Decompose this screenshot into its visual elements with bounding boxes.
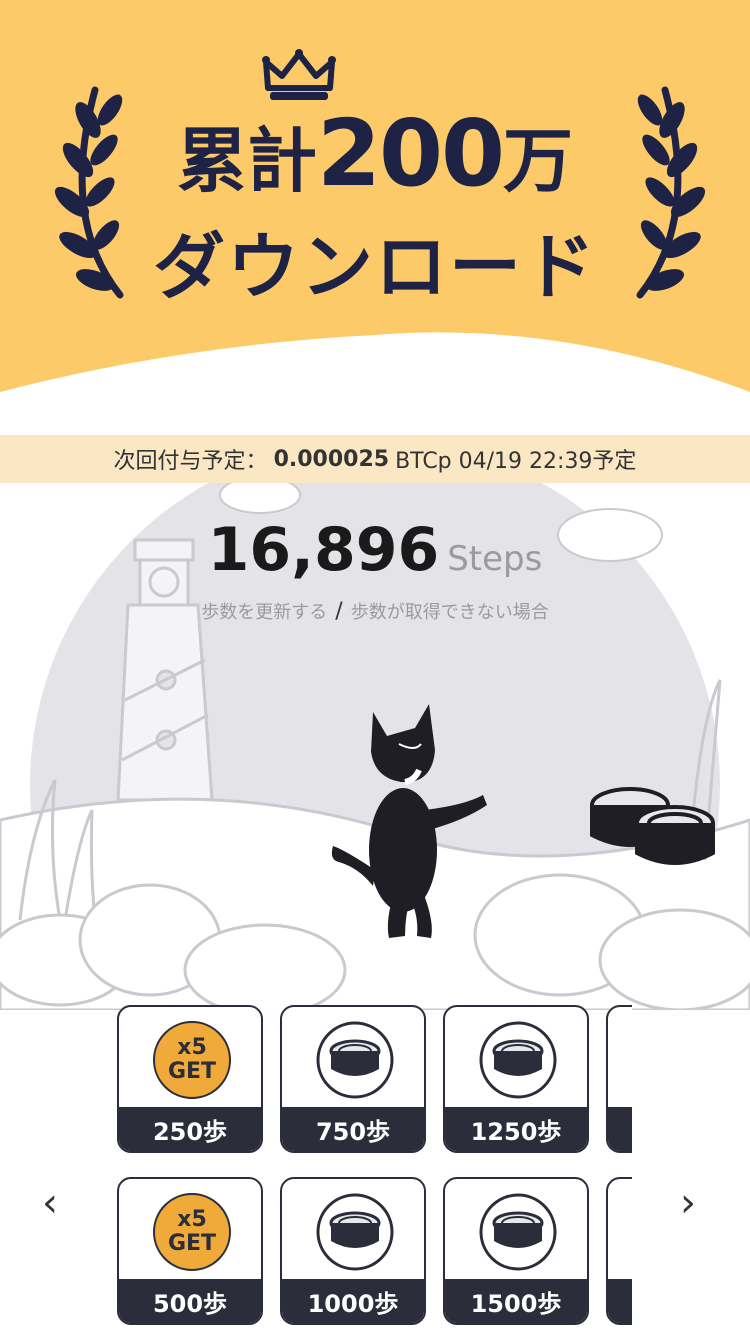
badge-bottom-text: GET <box>167 1231 217 1256</box>
rewards-grid: x5 GET 250歩 750歩 1250歩 x5 GET 500歩 1000歩 <box>112 1005 632 1332</box>
cat-food-cans-illustration <box>590 787 715 865</box>
x5-get-badge: x5 GET <box>153 1193 231 1271</box>
headline-downloads: ダウンロード <box>152 225 597 309</box>
cat-food-can-icon <box>479 1193 557 1271</box>
headline-total-downloads: 累計200万 <box>0 100 750 207</box>
reward-card[interactable]: 1000歩 <box>280 1177 426 1325</box>
reward-steps-label: 750歩 <box>282 1107 424 1151</box>
crown-icon <box>262 49 336 100</box>
reward-card[interactable]: x5 GET 250歩 <box>117 1005 263 1153</box>
cat-food-can-icon <box>479 1021 557 1099</box>
links-separator: / <box>335 599 343 624</box>
update-steps-link[interactable]: 歩数を更新する <box>201 602 327 623</box>
reward-steps-label: 250歩 <box>119 1107 261 1151</box>
reward-steps-label: 1250歩 <box>445 1107 587 1151</box>
next-grant-bar: 次回付与予定： 0.000025 BTCp 04/19 22:39予定 <box>0 435 750 483</box>
headline-suffix: 万 <box>503 120 574 202</box>
reward-steps-label: 1500歩 <box>445 1279 587 1323</box>
walking-cat-illustration <box>331 704 487 938</box>
steps-count: 16,896 <box>207 515 440 585</box>
reward-card[interactable]: 1250歩 <box>443 1005 589 1153</box>
reward-card-partial[interactable] <box>606 1177 632 1325</box>
reward-steps-label: 1000歩 <box>282 1279 424 1323</box>
reward-steps-label <box>608 1107 632 1151</box>
headline-number: 200 <box>316 100 505 207</box>
next-grant-unit-date: BTCp 04/19 22:39予定 <box>395 449 637 474</box>
next-grant-label: 次回付与予定： <box>113 449 268 474</box>
reward-steps-label <box>608 1279 632 1323</box>
cat-food-can-icon <box>316 1021 394 1099</box>
reward-card[interactable]: x5 GET 500歩 <box>117 1177 263 1325</box>
badge-top-text: x5 <box>177 1035 207 1060</box>
steps-help-link[interactable]: 歩数が取得できない場合 <box>351 602 549 623</box>
badge-top-text: x5 <box>177 1207 207 1232</box>
x5-get-badge: x5 GET <box>153 1021 231 1099</box>
next-arrow-button[interactable]: › <box>680 1180 696 1226</box>
headline-prefix: 累計 <box>176 120 317 202</box>
reward-card[interactable]: 1500歩 <box>443 1177 589 1325</box>
reward-card[interactable]: 750歩 <box>280 1005 426 1153</box>
promo-banner: 累計200万 ダウンロード <box>0 0 750 420</box>
steps-counter: 16,896 Steps <box>0 515 750 585</box>
steps-links: 歩数を更新する / 歩数が取得できない場合 <box>0 598 750 624</box>
reward-card-partial[interactable] <box>606 1005 632 1153</box>
prev-arrow-button[interactable]: ‹ <box>42 1180 58 1226</box>
reward-steps-label: 500歩 <box>119 1279 261 1323</box>
steps-unit: Steps <box>447 539 543 579</box>
next-grant-amount: 0.000025 <box>273 446 390 472</box>
cat-food-can-icon <box>316 1193 394 1271</box>
badge-bottom-text: GET <box>167 1059 217 1084</box>
